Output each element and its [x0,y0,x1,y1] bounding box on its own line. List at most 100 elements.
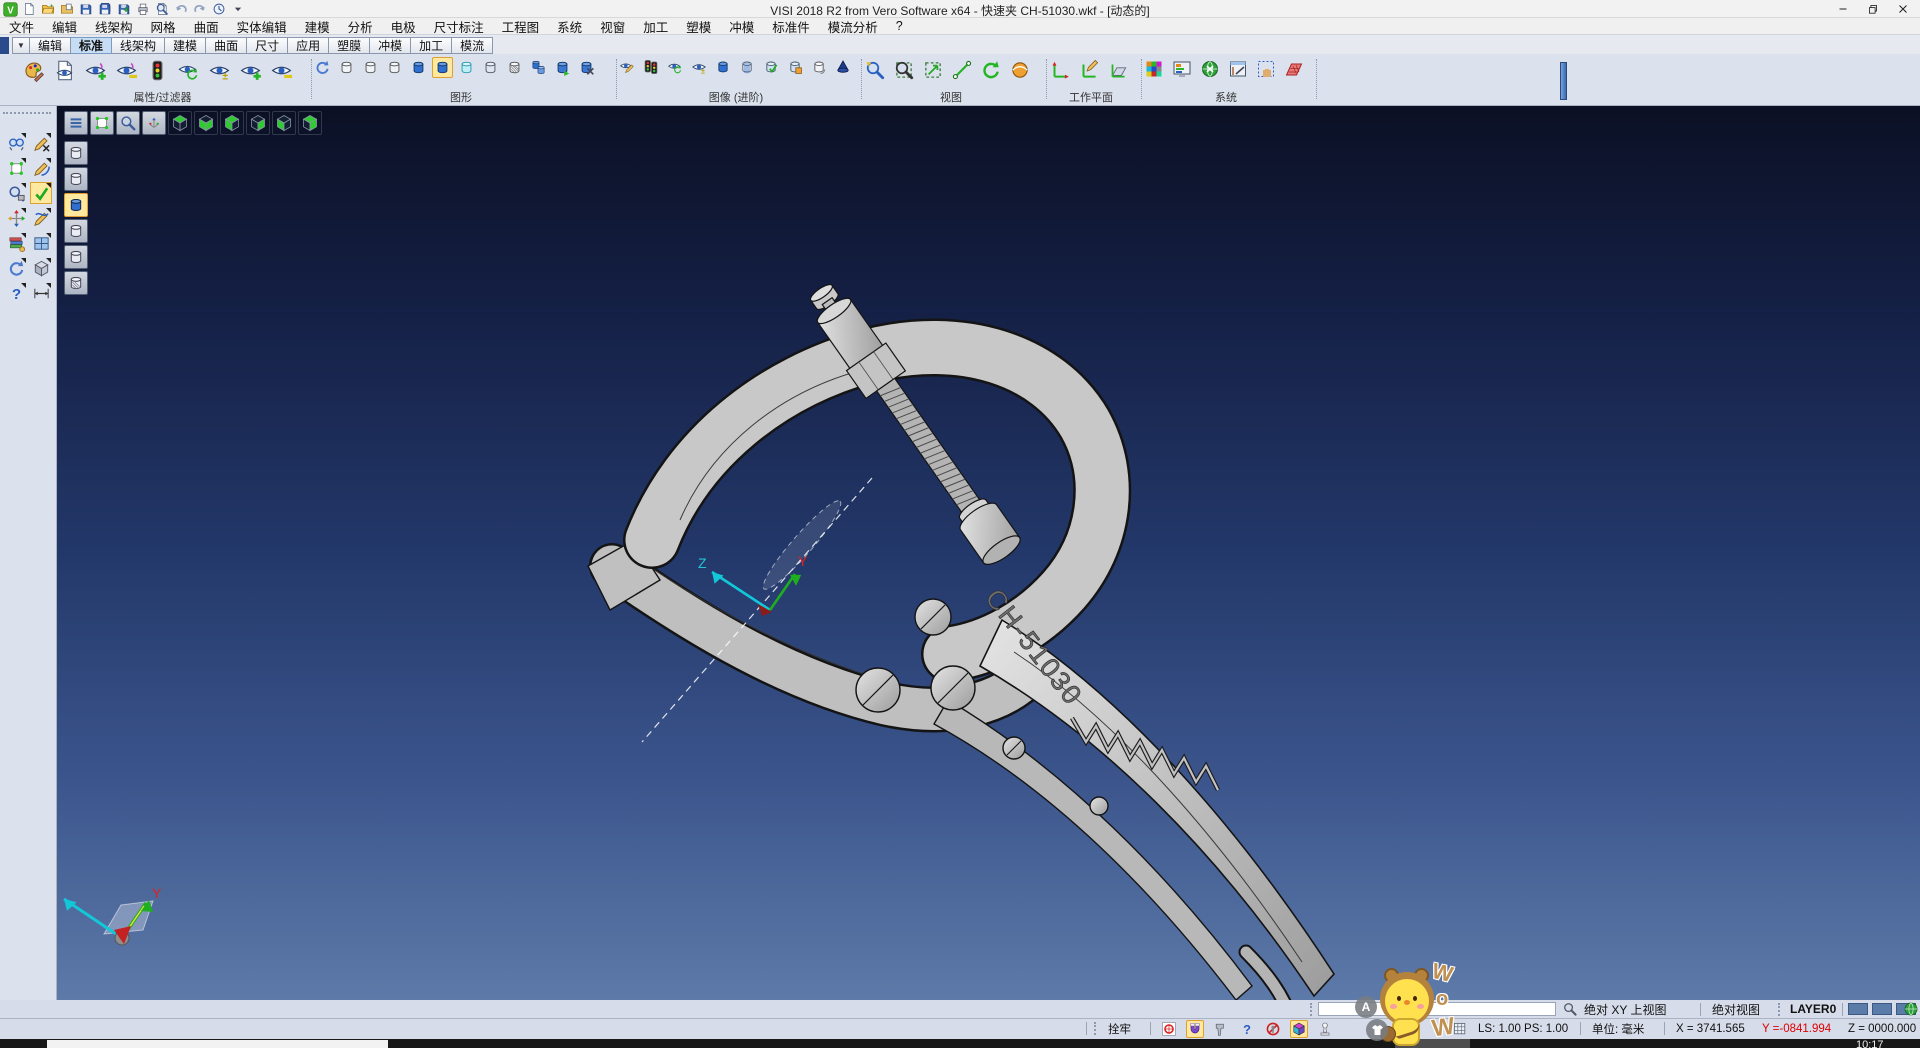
adv-cyl-blue-button[interactable] [713,57,733,77]
menu-item-3[interactable]: 网格 [142,17,185,36]
page-eye-button[interactable] [51,57,78,84]
cyl-wire-3-button[interactable] [384,57,405,78]
menu-item-5[interactable]: 实体编辑 [228,17,296,36]
refresh-button[interactable] [5,257,27,279]
menu-item-13[interactable]: 加工 [634,17,677,36]
cyl-outline-button-4[interactable] [64,245,88,269]
cyl-light-button[interactable] [480,57,501,78]
left-toolbar-grip[interactable] [3,112,51,114]
library-books-button[interactable] [5,232,27,254]
cube-right-view-button[interactable] [246,111,270,135]
web-globe-button[interactable] [1198,57,1222,81]
windows-taskbar[interactable]: 10:17 [0,1039,1920,1048]
cyl-outline-button-1[interactable] [64,167,88,191]
tab-8[interactable]: 冲模 [370,37,411,54]
help-button[interactable]: ? [1238,1020,1256,1038]
cyl-tools-button[interactable] [576,57,597,78]
menu-item-9[interactable]: 尺寸标注 [425,17,493,36]
edit-arc-button[interactable] [30,157,52,179]
view-search-button[interactable] [5,132,27,154]
axes-button[interactable] [142,111,166,135]
edit-delete-button[interactable] [30,132,52,154]
snap-magnet-button[interactable] [1186,1020,1204,1038]
dimension-button[interactable] [30,282,52,304]
eye-plus-minus-button[interactable]: ± [206,57,233,84]
tab-9[interactable]: 加工 [411,37,452,54]
cyl-outline-button-3[interactable] [64,219,88,243]
ribbon-grip[interactable] [1560,62,1567,100]
piece-white-button[interactable] [1316,1020,1334,1038]
cyl-blue-button[interactable] [408,57,429,78]
3d-viewport[interactable]: CH-51030 Z Y [57,106,1920,1000]
solid-cube-button[interactable] [30,257,52,279]
menu-item-17[interactable]: 模流分析 [819,17,887,36]
menu-item-14[interactable]: 塑模 [677,17,720,36]
tab-4[interactable]: 曲面 [206,37,247,54]
adv-cone-button[interactable] [833,57,853,77]
show-plus-button[interactable] [237,57,264,84]
adv-cyl-stripe-button[interactable] [737,57,757,77]
zoom-extents-button[interactable] [920,57,946,83]
wp-axes-button[interactable] [1047,57,1073,83]
redraw-button[interactable] [312,57,333,78]
menu-item-1[interactable]: 编辑 [43,17,86,36]
tab-dropdown-button[interactable]: ▼ [12,37,30,54]
tab-7[interactable]: 塑膜 [329,37,370,54]
cyl-wire-1-button[interactable] [336,57,357,78]
cyl-outline-button-0[interactable] [64,141,88,165]
menu-item-11[interactable]: 系统 [548,17,591,36]
layer-colors-button[interactable] [1142,57,1166,81]
select-frame-button[interactable] [5,157,27,179]
help-question-button[interactable]: ? [5,282,27,304]
menu-item-2[interactable]: 线架构 [86,17,142,36]
measure-line-button[interactable] [949,57,975,83]
view-shade-button[interactable] [1007,57,1033,83]
screen-config-button[interactable] [1170,57,1194,81]
menu-item-0[interactable]: 文件 [0,17,43,36]
window-tools-button[interactable] [1226,57,1250,81]
layer-selector[interactable]: LAYER0 [1790,1000,1836,1018]
ime-skin-badge[interactable] [1366,1019,1388,1041]
cube-bottom-view-button[interactable] [194,111,218,135]
adv-traffic-button[interactable] [641,57,661,77]
cube-top-view-button[interactable] [168,111,192,135]
menu-item-16[interactable]: 标准件 [763,17,819,36]
edit-spline-button[interactable] [30,207,52,229]
wp-axes-edit-button[interactable] [1076,57,1102,83]
restore-button[interactable] [1858,0,1888,18]
snap-off-button[interactable] [1264,1020,1282,1038]
adv-eye-refresh-button[interactable] [665,57,685,77]
zoom-box-button[interactable] [5,182,27,204]
taskbar-app-button[interactable] [47,1040,388,1048]
adv-cyl-wire-button[interactable] [809,57,829,77]
menu-item-18[interactable]: ? [887,19,912,33]
tab-2[interactable]: 线架构 [112,37,165,54]
cube-top-left-view-button[interactable] [220,111,244,135]
tab-6[interactable]: 应用 [288,37,329,54]
menu-item-10[interactable]: 工程图 [493,17,549,36]
confirm-check-button[interactable] [30,182,52,204]
cube-left-view-button[interactable] [272,111,296,135]
tab-3[interactable]: 建模 [165,37,206,54]
snap-ref-button[interactable] [1160,1020,1178,1038]
view-refresh-button[interactable] [978,57,1004,83]
window-grid-button[interactable] [30,232,52,254]
move-axes-button[interactable] [5,207,27,229]
adv-eye-plus-minus-button[interactable]: ± [689,57,709,77]
wp-axes-plane-button[interactable] [1105,57,1131,83]
hide-minus-button[interactable] [268,57,295,84]
tab-1[interactable]: 标准 [71,37,112,54]
menu-item-12[interactable]: 视窗 [591,17,634,36]
list-menu-button[interactable] [64,111,88,135]
tab-10[interactable]: 模流 [452,37,493,54]
tab-5[interactable]: 尺寸 [247,37,288,54]
menu-item-15[interactable]: 冲模 [720,17,763,36]
view-mode-label[interactable]: 绝对 XY 上视图 [1584,1000,1666,1018]
menu-item-6[interactable]: 建模 [296,17,339,36]
search-icon[interactable] [1562,1000,1578,1018]
view-ref-label[interactable]: 绝对视图 [1712,1000,1760,1018]
cyl-hatched-button-5[interactable] [64,271,88,295]
cyl-wire-2-button[interactable] [360,57,381,78]
select-frame-button[interactable] [90,111,114,135]
cyl-cyan-button[interactable] [456,57,477,78]
